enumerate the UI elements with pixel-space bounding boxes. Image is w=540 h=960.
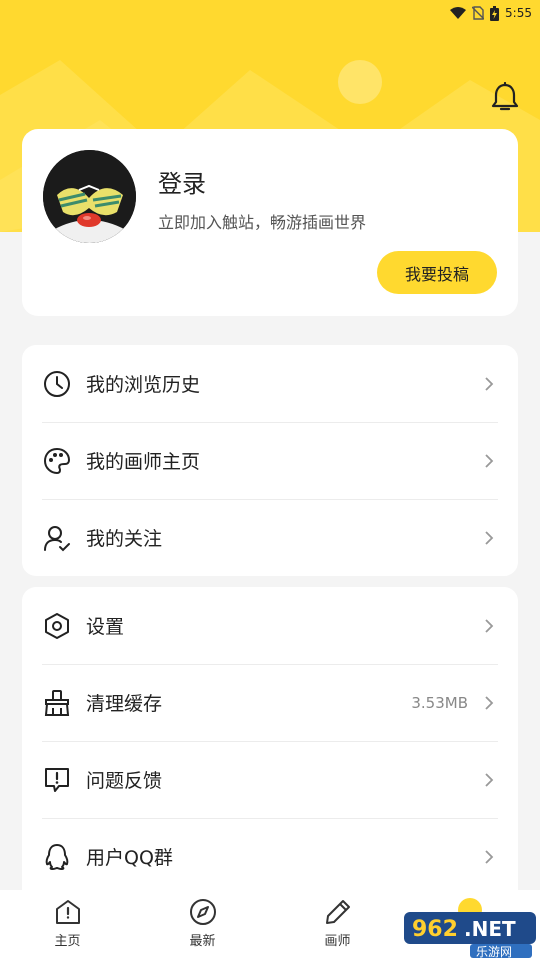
tab-label: 画师 <box>324 934 351 949</box>
menu-item-artist-home[interactable]: 我的画师主页 <box>22 422 518 499</box>
default-avatar-image <box>43 150 136 243</box>
svg-text:乐游网: 乐游网 <box>476 945 512 959</box>
menu-item-label: 设置 <box>86 616 125 638</box>
home-icon <box>55 900 80 924</box>
no-sim-icon <box>472 6 485 20</box>
tab-label: 最新 <box>189 934 216 949</box>
svg-text:962: 962 <box>412 917 458 942</box>
profile-card: 登录 立即加入触站，畅游插画世界 我要投稿 <box>22 129 518 316</box>
user-check-icon <box>42 523 72 553</box>
tab-label: 主页 <box>54 934 81 949</box>
menu-item-settings[interactable]: 设置 <box>22 587 518 664</box>
chevron-right-icon <box>484 376 496 392</box>
avatar[interactable] <box>43 150 136 243</box>
status-time: 5:55 <box>505 6 532 20</box>
menu-item-history[interactable]: 我的浏览历史 <box>22 345 518 422</box>
login-title[interactable]: 登录 <box>158 164 206 199</box>
login-subtitle: 立即加入触站，畅游插画世界 <box>158 213 367 232</box>
menu-item-label: 我的浏览历史 <box>86 374 201 396</box>
tab-latest[interactable]: 最新 <box>135 890 270 960</box>
menu-item-label: 问题反馈 <box>86 770 163 792</box>
svg-text:.NET: .NET <box>464 917 516 941</box>
menu-item-label: 清理缓存 <box>86 693 163 715</box>
feedback-icon <box>42 765 72 795</box>
chevron-right-icon <box>484 618 496 634</box>
menu-card-system: 设置 清理缓存 3.53MB 问题反馈 用户QQ群 <box>22 587 518 907</box>
qq-penguin-icon <box>42 842 72 872</box>
menu-item-clear-cache[interactable]: 清理缓存 3.53MB <box>22 664 518 741</box>
submit-artwork-button[interactable]: 我要投稿 <box>377 251 497 294</box>
menu-item-feedback[interactable]: 问题反馈 <box>22 741 518 818</box>
chevron-right-icon <box>484 695 496 711</box>
battery-charging-icon <box>490 5 500 21</box>
menu-item-label: 我的关注 <box>86 528 163 550</box>
watermark-logo: 962 .NET 乐游网 <box>398 890 540 960</box>
menu-item-label: 用户QQ群 <box>86 847 173 869</box>
chevron-right-icon <box>484 849 496 865</box>
menu-item-following[interactable]: 我的关注 <box>22 499 518 576</box>
chevron-right-icon <box>484 772 496 788</box>
tab-home[interactable]: 主页 <box>0 890 135 960</box>
pencil-icon <box>325 900 350 924</box>
compass-icon <box>189 899 216 925</box>
broom-icon <box>42 688 72 718</box>
tab-artists[interactable]: 画师 <box>270 890 405 960</box>
notification-button[interactable] <box>488 80 522 114</box>
chevron-right-icon <box>484 530 496 546</box>
chevron-right-icon <box>484 453 496 469</box>
menu-card-personal: 我的浏览历史 我的画师主页 我的关注 <box>22 345 518 576</box>
bell-icon <box>491 82 519 111</box>
menu-item-qq-group[interactable]: 用户QQ群 <box>22 818 518 895</box>
cache-size: 3.53MB <box>411 693 468 712</box>
clock-icon <box>42 369 72 399</box>
wifi-icon <box>450 7 467 19</box>
hexagon-settings-icon <box>42 611 72 641</box>
menu-item-label: 我的画师主页 <box>86 451 201 473</box>
status-bar: 5:55 <box>0 0 540 26</box>
palette-icon <box>42 446 72 476</box>
